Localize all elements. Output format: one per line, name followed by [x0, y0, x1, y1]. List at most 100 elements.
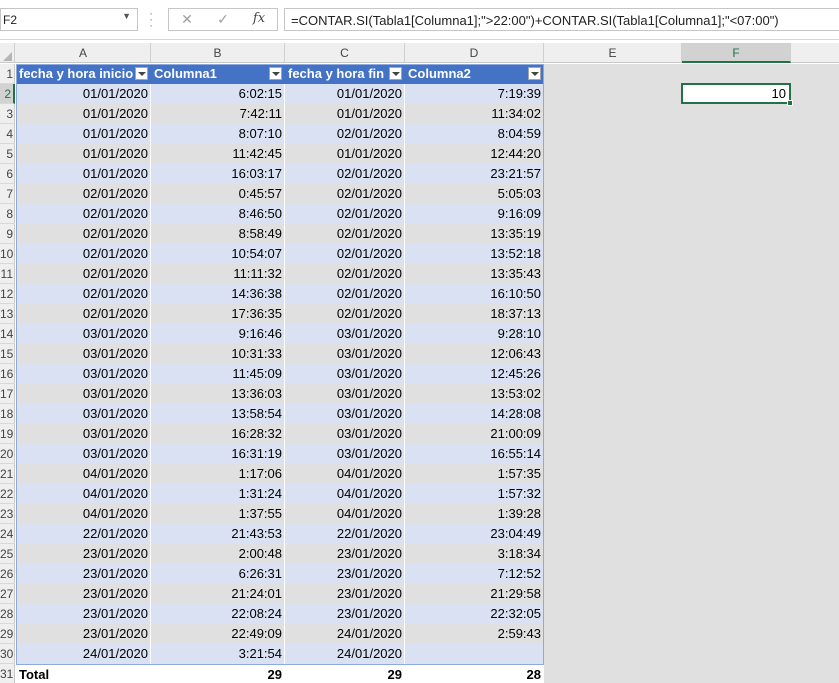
- select-all-button[interactable]: [0, 43, 15, 63]
- filter-dropdown-icon[interactable]: [135, 67, 148, 80]
- row-header[interactable]: 1: [0, 64, 15, 84]
- table-header-cell[interactable]: Columna1: [151, 64, 285, 84]
- table-cell[interactable]: 02/01/2020: [285, 224, 405, 244]
- table-cell[interactable]: 03/01/2020: [16, 344, 151, 364]
- total-cell[interactable]: 29: [151, 665, 285, 683]
- table-cell[interactable]: 11:45:09: [151, 364, 285, 384]
- row-header[interactable]: 4: [0, 124, 15, 144]
- row-header[interactable]: 17: [0, 384, 15, 404]
- table-cell[interactable]: 7:42:11: [151, 104, 285, 124]
- table-cell[interactable]: 03/01/2020: [16, 364, 151, 384]
- row-header[interactable]: 24: [0, 524, 15, 544]
- row-header[interactable]: 21: [0, 464, 15, 484]
- table-cell[interactable]: 13:35:43: [405, 264, 544, 284]
- table-cell[interactable]: 14:36:38: [151, 284, 285, 304]
- table-cell[interactable]: 8:07:10: [151, 124, 285, 144]
- row-header[interactable]: 9: [0, 224, 15, 244]
- table-cell[interactable]: 13:52:18: [405, 244, 544, 264]
- table-cell[interactable]: 03/01/2020: [285, 364, 405, 384]
- table-cell[interactable]: 8:04:59: [405, 124, 544, 144]
- table-cell[interactable]: 02/01/2020: [16, 284, 151, 304]
- column-header-g[interactable]: [791, 43, 839, 63]
- table-cell[interactable]: 6:26:31: [151, 564, 285, 584]
- table-header-cell[interactable]: fecha y hora fin: [285, 64, 405, 84]
- selected-cell-f2[interactable]: 10: [681, 83, 793, 106]
- table-cell[interactable]: 23/01/2020: [285, 584, 405, 604]
- column-header-e[interactable]: E: [544, 43, 682, 63]
- table-cell[interactable]: 24/01/2020: [285, 644, 405, 664]
- table-cell[interactable]: 23/01/2020: [16, 544, 151, 564]
- table-cell[interactable]: 11:11:32: [151, 264, 285, 284]
- table-cell[interactable]: 7:19:39: [405, 84, 544, 104]
- table-cell[interactable]: 10:54:07: [151, 244, 285, 264]
- table-cell[interactable]: 04/01/2020: [16, 504, 151, 524]
- table-cell[interactable]: 9:16:09: [405, 204, 544, 224]
- table-cell[interactable]: 22:49:09: [151, 624, 285, 644]
- table-cell[interactable]: 04/01/2020: [16, 484, 151, 504]
- table-cell[interactable]: 16:55:14: [405, 444, 544, 464]
- table-cell[interactable]: 2:00:48: [151, 544, 285, 564]
- column-header-d[interactable]: D: [405, 43, 544, 63]
- table-cell[interactable]: 03/01/2020: [285, 324, 405, 344]
- table-cell[interactable]: 03/01/2020: [285, 344, 405, 364]
- filter-dropdown-icon[interactable]: [528, 67, 541, 80]
- row-header[interactable]: 8: [0, 204, 15, 224]
- table-cell[interactable]: 03/01/2020: [16, 404, 151, 424]
- row-header[interactable]: 20: [0, 444, 15, 464]
- table-cell[interactable]: 01/01/2020: [16, 124, 151, 144]
- table-cell[interactable]: 12:45:26: [405, 364, 544, 384]
- table-cell[interactable]: 02/01/2020: [285, 264, 405, 284]
- total-cell[interactable]: 28: [405, 665, 544, 683]
- table-cell[interactable]: 02/01/2020: [16, 224, 151, 244]
- fill-handle[interactable]: [787, 100, 793, 106]
- table-cell[interactable]: 8:58:49: [151, 224, 285, 244]
- row-header[interactable]: 30: [0, 644, 15, 664]
- table-cell[interactable]: 1:57:32: [405, 484, 544, 504]
- table-cell[interactable]: 03/01/2020: [16, 424, 151, 444]
- row-header[interactable]: 10: [0, 244, 15, 264]
- row-header[interactable]: 27: [0, 584, 15, 604]
- table-cell[interactable]: 03/01/2020: [285, 404, 405, 424]
- table-cell[interactable]: 24/01/2020: [285, 624, 405, 644]
- table-cell[interactable]: 02/01/2020: [16, 264, 151, 284]
- table-cell[interactable]: 3:18:34: [405, 544, 544, 564]
- enter-icon[interactable]: ✓: [213, 11, 233, 29]
- table-cell[interactable]: 02/01/2020: [285, 204, 405, 224]
- name-box[interactable]: F2 ▼: [0, 8, 138, 31]
- table-cell[interactable]: 01/01/2020: [16, 84, 151, 104]
- table-cell[interactable]: 02/01/2020: [16, 184, 151, 204]
- row-header[interactable]: 18: [0, 404, 15, 424]
- row-header[interactable]: 22: [0, 484, 15, 504]
- table-cell[interactable]: 17:36:35: [151, 304, 285, 324]
- table-cell[interactable]: 2:59:43: [405, 624, 544, 644]
- table-cell[interactable]: 04/01/2020: [285, 464, 405, 484]
- row-header[interactable]: 11: [0, 264, 15, 284]
- table-cell[interactable]: 02/01/2020: [285, 184, 405, 204]
- total-cell[interactable]: Total: [16, 665, 151, 683]
- table-cell[interactable]: 12:06:43: [405, 344, 544, 364]
- table-cell[interactable]: 13:36:03: [151, 384, 285, 404]
- table-cell[interactable]: 8:46:50: [151, 204, 285, 224]
- table-cell[interactable]: 22:08:24: [151, 604, 285, 624]
- row-header[interactable]: 15: [0, 344, 15, 364]
- table-cell[interactable]: 24/01/2020: [16, 644, 151, 664]
- table-cell[interactable]: 6:02:15: [151, 84, 285, 104]
- table-cell[interactable]: 03/01/2020: [285, 384, 405, 404]
- table-cell[interactable]: 16:28:32: [151, 424, 285, 444]
- table-cell[interactable]: 02/01/2020: [285, 124, 405, 144]
- table-cell[interactable]: 1:37:55: [151, 504, 285, 524]
- table-cell[interactable]: 1:31:24: [151, 484, 285, 504]
- chevron-down-icon[interactable]: ▼: [122, 11, 131, 21]
- table-cell[interactable]: 02/01/2020: [16, 244, 151, 264]
- row-header[interactable]: 13: [0, 304, 15, 324]
- row-header[interactable]: 3: [0, 104, 15, 124]
- cancel-icon[interactable]: ✕: [177, 11, 197, 29]
- column-header-b[interactable]: B: [151, 43, 285, 63]
- table-cell[interactable]: 03/01/2020: [16, 384, 151, 404]
- table-cell[interactable]: 03/01/2020: [16, 324, 151, 344]
- total-cell[interactable]: 29: [285, 665, 405, 683]
- table-cell[interactable]: 9:16:46: [151, 324, 285, 344]
- table-cell[interactable]: 23:21:57: [405, 164, 544, 184]
- table-cell[interactable]: 03/01/2020: [16, 444, 151, 464]
- table-cell[interactable]: 11:42:45: [151, 144, 285, 164]
